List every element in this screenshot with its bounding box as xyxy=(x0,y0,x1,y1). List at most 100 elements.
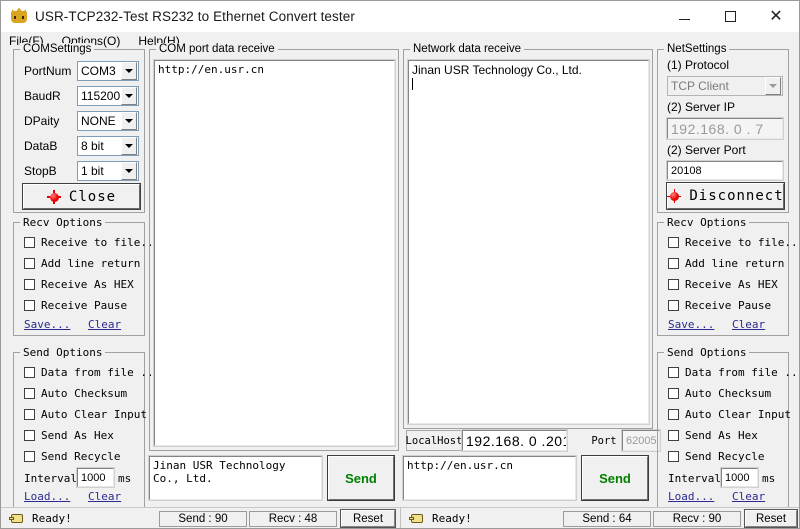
chevron-down-icon[interactable] xyxy=(121,62,137,80)
left-receive-as-hex-checkbox[interactable]: Receive As HEX xyxy=(24,278,134,291)
chevron-down-icon[interactable] xyxy=(121,162,137,180)
left-receive-to-file-checkbox[interactable]: Receive to file... xyxy=(24,236,160,249)
com-send-textarea[interactable]: Jinan USR Technology Co., Ltd. xyxy=(148,455,323,501)
left-add-line-return-checkbox[interactable]: Add line return xyxy=(24,257,140,270)
maximize-button[interactable] xyxy=(707,1,753,32)
localhost-input[interactable]: 192.168. 0 .201 xyxy=(461,429,568,452)
left-send-options-group: Send Options Data from file ... Auto Che… xyxy=(13,346,160,508)
right-recv-clear-link[interactable]: Clear xyxy=(732,318,765,331)
stopb-combo[interactable]: 1 bit xyxy=(77,161,139,181)
baudr-value: 115200 xyxy=(81,89,121,103)
com-send-text: Jinan USR Technology Co., Ltd. xyxy=(153,459,293,485)
checkbox-icon[interactable] xyxy=(24,237,35,248)
status-bar-left: Ready! Send : 90 Recv : 48 Reset xyxy=(1,507,401,528)
net-send-textarea[interactable]: http://en.usr.cn xyxy=(402,455,577,501)
checkbox-icon[interactable] xyxy=(668,367,679,378)
com-receive-group: COM port data receive http://en.usr.cn xyxy=(149,43,399,451)
left-recv-save-link[interactable]: Save... xyxy=(24,318,70,331)
right-receive-as-hex-checkbox[interactable]: Receive As HEX xyxy=(668,278,778,291)
minimize-button[interactable] xyxy=(661,1,707,32)
portnum-value: COM3 xyxy=(81,64,116,78)
checkbox-icon[interactable] xyxy=(24,430,35,441)
left-receive-pause-checkbox[interactable]: Receive Pause xyxy=(24,299,127,312)
com-receive-title: COM port data receive xyxy=(156,43,278,55)
checkbox-icon[interactable] xyxy=(668,451,679,462)
status-right-reset-button[interactable]: Reset xyxy=(744,509,798,528)
left-data-from-file-label: Data from file ... xyxy=(41,366,161,379)
pointing-hand-icon xyxy=(409,512,425,525)
chevron-down-icon[interactable] xyxy=(765,77,781,95)
right-recv-save-link[interactable]: Save... xyxy=(668,318,714,331)
checkbox-icon[interactable] xyxy=(24,388,35,399)
net-receive-textarea[interactable]: Jinan USR Technology Co., Ltd. xyxy=(407,59,650,425)
right-send-recycle-label: Send Recycle xyxy=(685,450,765,463)
right-data-from-file-label: Data from file ... xyxy=(685,366,800,379)
server-port-label: (2) Server Port xyxy=(667,143,746,157)
checkbox-icon[interactable] xyxy=(24,451,35,462)
net-disconnect-button-label: Disconnect xyxy=(689,188,784,204)
com-settings-title: COMSettings xyxy=(20,43,95,55)
checkbox-icon[interactable] xyxy=(668,237,679,248)
left-recv-clear-link[interactable]: Clear xyxy=(88,318,121,331)
datab-combo[interactable]: 8 bit xyxy=(77,136,139,156)
net-send-button[interactable]: Send xyxy=(581,455,649,501)
left-interval-label: Interval xyxy=(24,472,77,485)
left-send-load-link[interactable]: Load... xyxy=(24,490,70,503)
checkbox-icon[interactable] xyxy=(668,409,679,420)
right-send-as-hex-checkbox[interactable]: Send As Hex xyxy=(668,429,758,442)
left-send-as-hex-checkbox[interactable]: Send As Hex xyxy=(24,429,114,442)
status-left-reset-button[interactable]: Reset xyxy=(340,509,396,528)
left-send-recycle-checkbox[interactable]: Send Recycle xyxy=(24,450,120,463)
right-receive-pause-checkbox[interactable]: Receive Pause xyxy=(668,299,771,312)
chevron-down-icon[interactable] xyxy=(121,137,137,155)
left-interval-input[interactable]: 1000 xyxy=(76,467,115,488)
right-send-recycle-checkbox[interactable]: Send Recycle xyxy=(668,450,764,463)
com-close-button[interactable]: Close xyxy=(22,183,141,210)
chevron-down-icon[interactable] xyxy=(121,112,137,130)
left-data-from-file-checkbox[interactable]: Data from file ... xyxy=(24,366,160,379)
checkbox-icon[interactable] xyxy=(24,367,35,378)
portnum-combo[interactable]: COM3 xyxy=(77,61,139,81)
right-add-line-return-checkbox[interactable]: Add line return xyxy=(668,257,784,270)
dpaity-combo[interactable]: NONE xyxy=(77,111,139,131)
right-interval-input[interactable]: 1000 xyxy=(720,467,759,488)
com-close-button-label: Close xyxy=(68,188,117,205)
left-add-line-return-label: Add line return xyxy=(41,257,141,270)
net-disconnect-button[interactable]: Disconnect xyxy=(666,182,785,210)
chevron-down-icon[interactable] xyxy=(121,87,137,105)
checkbox-icon[interactable] xyxy=(24,279,35,290)
checkbox-icon[interactable] xyxy=(668,300,679,311)
right-send-load-link[interactable]: Load... xyxy=(668,490,714,503)
close-button[interactable]: ✕ xyxy=(753,1,799,32)
baudr-combo[interactable]: 115200 xyxy=(77,86,139,106)
checkbox-icon[interactable] xyxy=(24,258,35,269)
left-send-clear-link[interactable]: Clear xyxy=(88,490,121,503)
net-receive-text: Jinan USR Technology Co., Ltd. xyxy=(412,63,582,77)
com-settings-group: COMSettings PortNum COM3 BaudR 115200 DP… xyxy=(13,43,145,213)
portnum-label: PortNum xyxy=(24,64,72,78)
server-port-input[interactable]: 20108 xyxy=(666,160,784,181)
com-send-button[interactable]: Send xyxy=(327,455,395,501)
datab-label: DataB xyxy=(24,139,58,153)
status-left-ready-text: Ready! xyxy=(32,511,72,525)
right-receive-to-file-checkbox[interactable]: Receive to file... xyxy=(668,236,800,249)
checkbox-icon[interactable] xyxy=(668,279,679,290)
right-receive-to-file-label: Receive to file... xyxy=(685,236,800,249)
checkbox-icon[interactable] xyxy=(668,388,679,399)
checkbox-icon[interactable] xyxy=(668,258,679,269)
pointing-hand-icon xyxy=(9,512,25,525)
stopb-label: StopB xyxy=(24,164,57,178)
right-auto-checksum-checkbox[interactable]: Auto Checksum xyxy=(668,387,771,400)
right-send-clear-link[interactable]: Clear xyxy=(732,490,765,503)
left-auto-checksum-checkbox[interactable]: Auto Checksum xyxy=(24,387,127,400)
dpaity-value: NONE xyxy=(81,114,116,128)
checkbox-icon[interactable] xyxy=(668,430,679,441)
protocol-combo[interactable]: TCP Client xyxy=(667,76,783,96)
left-auto-clear-input-checkbox[interactable]: Auto Clear Input xyxy=(24,408,147,421)
checkbox-icon[interactable] xyxy=(24,409,35,420)
com-receive-textarea[interactable]: http://en.usr.cn xyxy=(153,59,396,447)
right-auto-clear-input-checkbox[interactable]: Auto Clear Input xyxy=(668,408,791,421)
right-data-from-file-checkbox[interactable]: Data from file ... xyxy=(668,366,800,379)
port-label: Port xyxy=(591,434,617,447)
checkbox-icon[interactable] xyxy=(24,300,35,311)
